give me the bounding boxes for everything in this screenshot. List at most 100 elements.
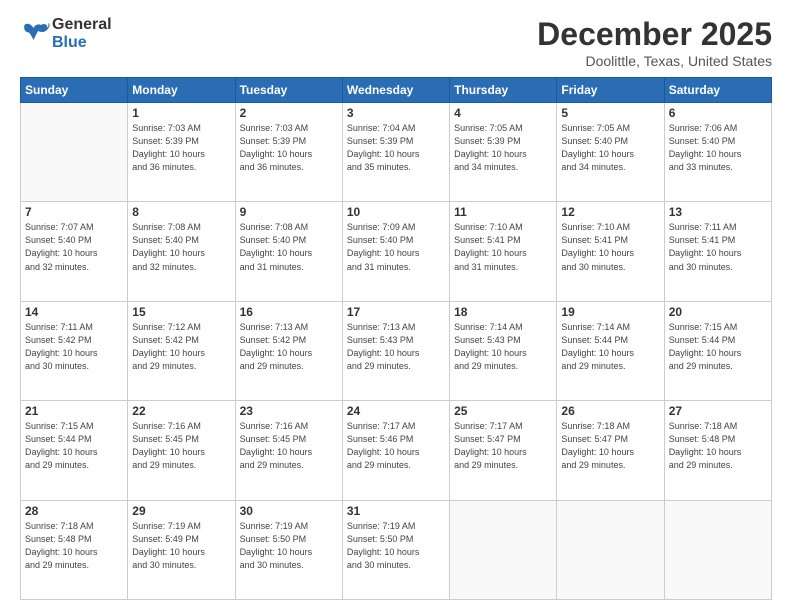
calendar-header-friday: Friday	[557, 78, 664, 103]
calendar-cell: 31Sunrise: 7:19 AM Sunset: 5:50 PM Dayli…	[342, 500, 449, 599]
day-number: 22	[132, 404, 230, 418]
calendar-cell: 23Sunrise: 7:16 AM Sunset: 5:45 PM Dayli…	[235, 401, 342, 500]
day-number: 27	[669, 404, 767, 418]
day-number: 10	[347, 205, 445, 219]
day-info: Sunrise: 7:18 AM Sunset: 5:48 PM Dayligh…	[669, 420, 767, 472]
day-number: 25	[454, 404, 552, 418]
calendar-header-sunday: Sunday	[21, 78, 128, 103]
logo-text: General Blue	[52, 16, 112, 51]
day-info: Sunrise: 7:15 AM Sunset: 5:44 PM Dayligh…	[25, 420, 123, 472]
day-info: Sunrise: 7:08 AM Sunset: 5:40 PM Dayligh…	[132, 221, 230, 273]
day-info: Sunrise: 7:10 AM Sunset: 5:41 PM Dayligh…	[561, 221, 659, 273]
day-info: Sunrise: 7:19 AM Sunset: 5:50 PM Dayligh…	[240, 520, 338, 572]
calendar-cell: 27 Sunrise: 7:18 AM Sunset: 5:48 PM Dayli…	[664, 401, 771, 500]
day-number: 31	[347, 504, 445, 518]
day-number: 5	[561, 106, 659, 120]
day-number: 19	[561, 305, 659, 319]
day-number: 6	[669, 106, 767, 120]
day-number: 18	[454, 305, 552, 319]
day-info: Sunrise: 7:03 AM Sunset: 5:39 PM Dayligh…	[132, 122, 230, 174]
day-number: 11	[454, 205, 552, 219]
calendar-cell: 16Sunrise: 7:13 AM Sunset: 5:42 PM Dayli…	[235, 301, 342, 400]
day-info: Sunrise: 7:06 AM Sunset: 5:40 PM Dayligh…	[669, 122, 767, 174]
day-info: Sunrise: 7:04 AM Sunset: 5:39 PM Dayligh…	[347, 122, 445, 174]
calendar-header-wednesday: Wednesday	[342, 78, 449, 103]
day-number: 15	[132, 305, 230, 319]
calendar-week-1: 1Sunrise: 7:03 AM Sunset: 5:39 PM Daylig…	[21, 103, 772, 202]
calendar-cell: 22 Sunrise: 7:16 AM Sunset: 5:45 PM Dayli…	[128, 401, 235, 500]
day-number: 3	[347, 106, 445, 120]
day-number: 7	[25, 205, 123, 219]
calendar-cell	[21, 103, 128, 202]
calendar-week-2: 7Sunrise: 7:07 AM Sunset: 5:40 PM Daylig…	[21, 202, 772, 301]
day-info: Sunrise: 7:13 AM Sunset: 5:42 PM Dayligh…	[240, 321, 338, 373]
day-info: Sunrise: 7:05 AM Sunset: 5:40 PM Dayligh…	[561, 122, 659, 174]
calendar-cell: 1Sunrise: 7:03 AM Sunset: 5:39 PM Daylig…	[128, 103, 235, 202]
calendar-cell: 7Sunrise: 7:07 AM Sunset: 5:40 PM Daylig…	[21, 202, 128, 301]
bird-icon	[20, 19, 50, 49]
calendar-cell: 19 Sunrise: 7:14 AM Sunset: 5:44 PM Dayli…	[557, 301, 664, 400]
day-number: 21	[25, 404, 123, 418]
calendar-cell: 17Sunrise: 7:13 AM Sunset: 5:43 PM Dayli…	[342, 301, 449, 400]
calendar-cell: 5 Sunrise: 7:05 AM Sunset: 5:40 PM Daylig…	[557, 103, 664, 202]
day-info: Sunrise: 7:17 AM Sunset: 5:47 PM Dayligh…	[454, 420, 552, 472]
calendar-cell: 8Sunrise: 7:08 AM Sunset: 5:40 PM Daylig…	[128, 202, 235, 301]
calendar-cell: 15 Sunrise: 7:12 AM Sunset: 5:42 PM Dayli…	[128, 301, 235, 400]
day-info: Sunrise: 7:19 AM Sunset: 5:49 PM Dayligh…	[132, 520, 230, 572]
day-number: 17	[347, 305, 445, 319]
calendar-cell: 20 Sunrise: 7:15 AM Sunset: 5:44 PM Dayli…	[664, 301, 771, 400]
calendar-cell: 6 Sunrise: 7:06 AM Sunset: 5:40 PM Daylig…	[664, 103, 771, 202]
calendar-cell: 12 Sunrise: 7:10 AM Sunset: 5:41 PM Dayli…	[557, 202, 664, 301]
calendar-cell	[450, 500, 557, 599]
calendar-cell: 25 Sunrise: 7:17 AM Sunset: 5:47 PM Dayli…	[450, 401, 557, 500]
calendar-cell: 9 Sunrise: 7:08 AM Sunset: 5:40 PM Daylig…	[235, 202, 342, 301]
logo-general: General	[52, 16, 112, 34]
calendar-cell: 11 Sunrise: 7:10 AM Sunset: 5:41 PM Dayli…	[450, 202, 557, 301]
day-number: 12	[561, 205, 659, 219]
calendar-week-4: 21 Sunrise: 7:15 AM Sunset: 5:44 PM Dayli…	[21, 401, 772, 500]
calendar-cell: 13 Sunrise: 7:11 AM Sunset: 5:41 PM Dayli…	[664, 202, 771, 301]
calendar-cell: 2Sunrise: 7:03 AM Sunset: 5:39 PM Daylig…	[235, 103, 342, 202]
day-number: 30	[240, 504, 338, 518]
day-number: 13	[669, 205, 767, 219]
day-info: Sunrise: 7:16 AM Sunset: 5:45 PM Dayligh…	[132, 420, 230, 472]
calendar-cell: 14Sunrise: 7:11 AM Sunset: 5:42 PM Dayli…	[21, 301, 128, 400]
location: Doolittle, Texas, United States	[537, 53, 772, 69]
calendar-header-row: SundayMondayTuesdayWednesdayThursdayFrid…	[21, 78, 772, 103]
title-block: December 2025 Doolittle, Texas, United S…	[537, 16, 772, 69]
day-info: Sunrise: 7:18 AM Sunset: 5:47 PM Dayligh…	[561, 420, 659, 472]
calendar-cell: 4Sunrise: 7:05 AM Sunset: 5:39 PM Daylig…	[450, 103, 557, 202]
day-info: Sunrise: 7:08 AM Sunset: 5:40 PM Dayligh…	[240, 221, 338, 273]
calendar-cell: 30 Sunrise: 7:19 AM Sunset: 5:50 PM Dayli…	[235, 500, 342, 599]
month-title: December 2025	[537, 16, 772, 53]
calendar-cell: 26Sunrise: 7:18 AM Sunset: 5:47 PM Dayli…	[557, 401, 664, 500]
day-info: Sunrise: 7:18 AM Sunset: 5:48 PM Dayligh…	[25, 520, 123, 572]
day-info: Sunrise: 7:10 AM Sunset: 5:41 PM Dayligh…	[454, 221, 552, 273]
calendar-cell	[557, 500, 664, 599]
calendar-header-saturday: Saturday	[664, 78, 771, 103]
calendar-week-5: 28 Sunrise: 7:18 AM Sunset: 5:48 PM Dayli…	[21, 500, 772, 599]
day-number: 20	[669, 305, 767, 319]
day-info: Sunrise: 7:15 AM Sunset: 5:44 PM Dayligh…	[669, 321, 767, 373]
day-number: 9	[240, 205, 338, 219]
logo-blue: Blue	[52, 34, 112, 52]
calendar-header-thursday: Thursday	[450, 78, 557, 103]
logo: General Blue	[20, 16, 112, 51]
day-number: 2	[240, 106, 338, 120]
day-info: Sunrise: 7:11 AM Sunset: 5:41 PM Dayligh…	[669, 221, 767, 273]
day-info: Sunrise: 7:09 AM Sunset: 5:40 PM Dayligh…	[347, 221, 445, 273]
day-info: Sunrise: 7:12 AM Sunset: 5:42 PM Dayligh…	[132, 321, 230, 373]
calendar-week-3: 14Sunrise: 7:11 AM Sunset: 5:42 PM Dayli…	[21, 301, 772, 400]
calendar-cell: 10 Sunrise: 7:09 AM Sunset: 5:40 PM Dayli…	[342, 202, 449, 301]
calendar-cell: 28 Sunrise: 7:18 AM Sunset: 5:48 PM Dayli…	[21, 500, 128, 599]
day-number: 28	[25, 504, 123, 518]
calendar-header-tuesday: Tuesday	[235, 78, 342, 103]
calendar-cell: 21 Sunrise: 7:15 AM Sunset: 5:44 PM Dayli…	[21, 401, 128, 500]
calendar-cell: 3 Sunrise: 7:04 AM Sunset: 5:39 PM Daylig…	[342, 103, 449, 202]
day-info: Sunrise: 7:16 AM Sunset: 5:45 PM Dayligh…	[240, 420, 338, 472]
day-number: 4	[454, 106, 552, 120]
header: General Blue December 2025 Doolittle, Te…	[20, 16, 772, 69]
day-number: 14	[25, 305, 123, 319]
day-info: Sunrise: 7:14 AM Sunset: 5:44 PM Dayligh…	[561, 321, 659, 373]
calendar-header-monday: Monday	[128, 78, 235, 103]
